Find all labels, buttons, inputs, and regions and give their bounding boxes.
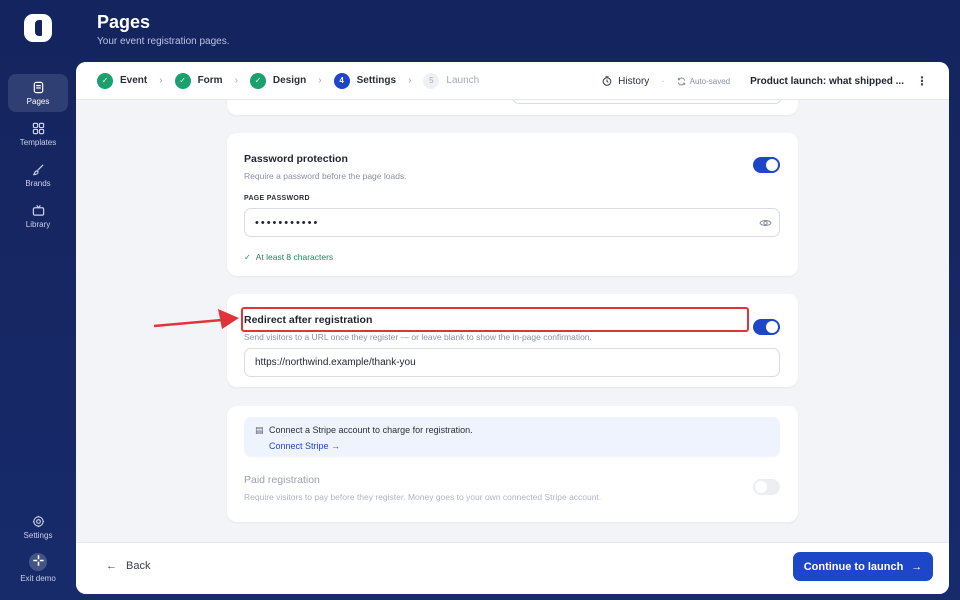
sidebar-item-label: Library [25,219,51,229]
sidebar-item-settings[interactable]: Settings [8,508,68,546]
continue-label: Continue to launch [803,560,904,573]
step-number: 5 [423,72,440,89]
redirect-url-value: https://northwind.example/thank-you [255,357,416,368]
page-subtitle: Your event registration pages. [97,36,230,47]
connect-stripe-link[interactable]: Connect Stripe → [269,441,340,451]
chevron-right-icon: › [318,75,322,86]
previous-input [512,100,782,104]
chevron-right-icon: › [408,75,412,86]
bank-icon: ▤ [255,425,264,435]
more-options-icon[interactable]: ⋮ [916,74,928,88]
step-label: Form [197,75,223,86]
field-label: PAGE PASSWORD [244,195,310,202]
grid-icon [32,122,44,134]
previous-card [227,100,798,115]
page-title: Pages [97,12,151,32]
gear-icon [32,515,44,527]
password-value: ••••••••••• [255,216,320,229]
chevron-right-icon: › [234,75,238,86]
step-label: Design [272,75,307,86]
autosave-status: Auto-saved [677,77,730,86]
step-label: Event [120,75,148,86]
eye-icon[interactable] [759,217,772,229]
history-icon [602,76,612,86]
step-design[interactable]: ✓ Design [249,72,307,89]
continue-button[interactable]: Continue to launch → [793,552,933,581]
exit-icon [29,553,47,571]
sync-icon [677,77,685,85]
password-toggle[interactable] [753,157,780,173]
autosave-label: Auto-saved [689,76,731,86]
sidebar-item-brands[interactable]: Brands [8,156,68,194]
highlight-box [241,307,749,332]
sidebar-bottom: Settings Exit demo [0,508,76,590]
step-event[interactable]: ✓ Event [97,72,148,89]
sidebar-item-library[interactable]: Library [8,197,68,235]
step-settings[interactable]: 4 Settings [333,72,397,89]
card-description: Send visitors to a URL once they registe… [244,332,592,342]
stripe-notice-text: Connect a Stripe account to charge for r… [269,425,473,435]
check-icon: ✓ [244,252,251,262]
sidebar-item-label: Brands [25,178,51,188]
password-hint: ✓ At least 8 characters [244,252,333,262]
project-title[interactable]: Product launch: what shipped ... [750,76,904,87]
step-launch[interactable]: 5 Launch [423,72,480,89]
brush-icon [32,163,44,175]
sidebar-item-label: Templates [19,137,57,147]
check-icon: ✓ [249,72,266,89]
card-title: Password protection [244,153,348,165]
paid-registration-toggle[interactable] [753,479,780,495]
stripe-notice: ▤ Connect a Stripe account to charge for… [244,417,780,457]
arrow-left-icon: ← [106,560,117,572]
pages-icon [33,81,43,93]
sidebar-item-label: Pages [26,96,50,106]
back-button[interactable]: ← Back [106,560,150,572]
sidebar-item-pages[interactable]: Pages [8,74,68,112]
tv-icon [32,204,44,216]
arrow-right-icon: → [911,560,923,573]
step-form[interactable]: ✓ Form [174,72,223,89]
card-description: Require visitors to pay before they regi… [244,492,602,502]
sidebar-item-templates[interactable]: Templates [8,115,68,153]
redirect-toggle[interactable] [753,319,780,335]
footer: ← Back Continue to launch → [76,542,949,594]
redirect-url-input[interactable]: https://northwind.example/thank-you [244,348,780,377]
stepper: ✓ Event › ✓ Form › ✓ Design › 4 Settings… [76,62,949,100]
app-logo [24,14,52,42]
chevron-right-icon: › [159,75,163,86]
sidebar-item-label: Exit demo [20,574,56,583]
stepbar-right: History · Auto-saved Product launch: wha… [602,62,949,100]
card-description: Require a password before the page loads… [244,171,407,181]
separator: · [661,75,665,87]
password-input[interactable]: ••••••••••• [244,208,780,237]
check-icon: ✓ [97,72,113,89]
sidebar-item-exit-demo[interactable]: Exit demo [8,549,68,587]
hint-text: At least 8 characters [255,252,334,262]
history-button[interactable]: History [602,76,649,87]
step-number: 4 [333,72,350,89]
step-label: Settings [356,75,397,86]
card-title: Paid registration [244,474,320,486]
check-icon: ✓ [174,72,191,89]
sidebar: Pages Templates Brands Library [0,74,76,238]
step-label: Launch [446,75,480,86]
back-label: Back [126,560,151,572]
payment-card: ▤ Connect a Stripe account to charge for… [227,406,798,522]
sidebar-item-label: Settings [23,530,53,540]
annotation-arrow-icon [153,309,239,329]
password-card: Password protection Require a password b… [227,133,798,276]
history-label: History [618,75,650,87]
